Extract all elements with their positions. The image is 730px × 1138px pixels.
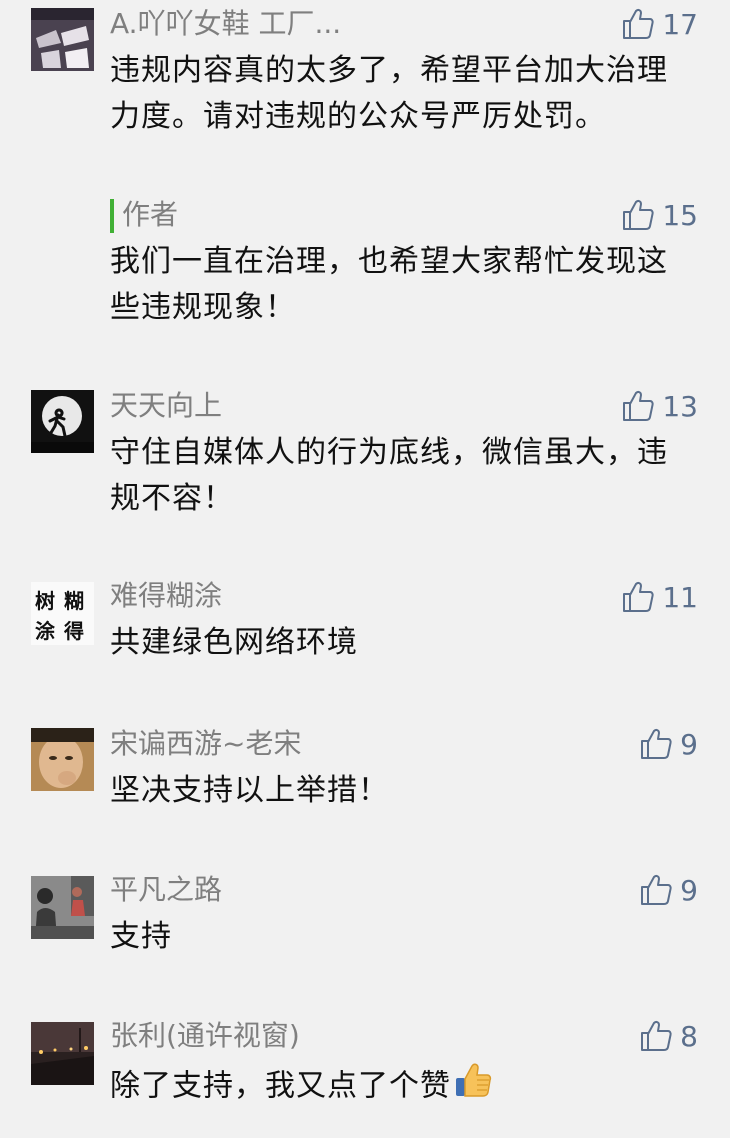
comment-item: 平凡之路 9 支持: [0, 866, 730, 976]
like-count: 15: [662, 198, 698, 232]
svg-text:得: 得: [63, 619, 84, 643]
avatar[interactable]: [31, 8, 94, 71]
thumbs-up-icon: [623, 581, 654, 612]
author-reply-text: 我们一直在治理，也希望大家帮忙发现这些违规现象！: [110, 244, 668, 325]
like-button[interactable]: 9: [638, 724, 698, 764]
thumbs-up-icon: [641, 1020, 672, 1051]
like-button[interactable]: 11: [620, 577, 698, 617]
thumbs-up-icon: [623, 199, 654, 230]
thumbs-up-icon: [623, 8, 654, 39]
comment-text: 共建绿色网络环境: [110, 625, 358, 660]
avatar[interactable]: [31, 1022, 94, 1085]
comment-text: 除了支持，我又点了个赞: [110, 1060, 670, 1114]
thumbs-up-icon: [641, 874, 672, 905]
author-reply-label: 作者: [122, 198, 179, 231]
avatar[interactable]: 树 糊 涂 得: [31, 582, 94, 645]
comment-text: 坚决支持以上举措！: [110, 773, 389, 808]
comment-item: 树 糊 涂 得 难得糊涂 11 共建绿色网络环境: [0, 572, 730, 682]
comment-text-content: 除了支持，我又点了个赞: [110, 1068, 451, 1104]
comment-author[interactable]: A.吖吖女鞋 工厂...: [110, 6, 341, 42]
like-count: 8: [680, 1019, 698, 1053]
comment-item: 张利(通许视窗) 8 除了支持，我又点了个赞: [0, 1012, 730, 1132]
comment-author[interactable]: 难得糊涂: [110, 578, 222, 614]
comment-author[interactable]: 天天向上: [110, 388, 222, 424]
thumbs-up-icon: [641, 728, 672, 759]
svg-text:糊: 糊: [64, 589, 84, 613]
comment-text: 守住自媒体人的行为底线，微信虽大，违规不容！: [110, 435, 668, 516]
author-reply-marker: [110, 199, 114, 233]
comment-item: 天天向上 13 守住自媒体人的行为底线，微信虽大，违规不容！: [0, 380, 730, 540]
like-count: 17: [662, 7, 698, 41]
like-button[interactable]: 8: [638, 1016, 698, 1056]
comment-author[interactable]: 宋谝西游~老宋: [110, 726, 301, 762]
avatar[interactable]: [31, 390, 94, 453]
like-button[interactable]: 13: [620, 386, 698, 426]
like-button[interactable]: 9: [638, 870, 698, 910]
comment-item: 宋谝西游~老宋 9 坚决支持以上举措！: [0, 718, 730, 828]
thumbs-up-icon: [623, 390, 654, 421]
like-button[interactable]: 15: [620, 195, 698, 235]
comment-text: 支持: [110, 919, 172, 954]
like-count: 11: [662, 580, 698, 614]
comment-item: A.吖吖女鞋 工厂... 17 违规内容真的太多了，希望平台加大治理力度。请对违…: [0, 0, 730, 340]
comment-author[interactable]: 平凡之路: [110, 872, 222, 908]
thumbs-up-emoji: [453, 1060, 493, 1114]
like-count: 9: [680, 873, 698, 907]
like-count: 13: [662, 389, 698, 423]
comment-author[interactable]: 张利(通许视窗): [110, 1018, 300, 1054]
svg-text:涂: 涂: [35, 619, 56, 643]
avatar[interactable]: [31, 728, 94, 791]
like-count: 9: [680, 727, 698, 761]
avatar[interactable]: [31, 876, 94, 939]
svg-text:树: 树: [35, 589, 55, 613]
comment-text: 违规内容真的太多了，希望平台加大治理力度。请对违规的公众号严厉处罚。: [110, 53, 668, 134]
like-button[interactable]: 17: [620, 4, 698, 44]
